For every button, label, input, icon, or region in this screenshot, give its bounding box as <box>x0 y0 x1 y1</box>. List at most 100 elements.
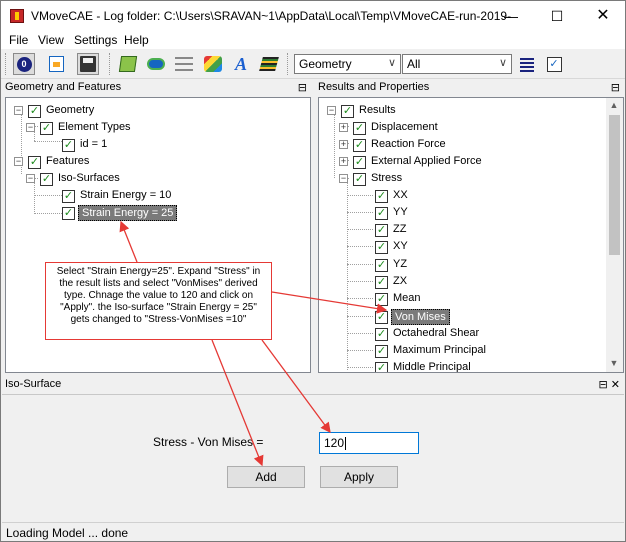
iso-value-input[interactable]: 120 <box>319 432 419 454</box>
collapse-icon[interactable]: − <box>327 106 336 115</box>
minimize-button[interactable]: — <box>488 1 534 31</box>
close-button[interactable]: ✕ <box>580 1 626 31</box>
checkbox-checked-icon[interactable]: ✓ <box>353 122 366 135</box>
panel-dock-icon[interactable]: ⊟ <box>611 81 620 94</box>
checkbox-checked-icon[interactable]: ✓ <box>375 224 388 237</box>
status-bar: Loading Model ... done <box>2 522 624 541</box>
check-button[interactable]: ✓ <box>543 53 565 75</box>
left-panel-header: Geometry and Features ⊟ <box>2 80 311 96</box>
right-panel-header: Results and Properties ⊟ <box>315 80 624 96</box>
layers-icon <box>259 57 279 71</box>
tree-item-label: External Applied Force <box>371 155 482 167</box>
results-scrollbar[interactable]: ▲ ▼ <box>606 98 623 372</box>
tree-item-label: Stress <box>371 172 403 184</box>
toolbar-grip[interactable] <box>109 53 112 75</box>
chevron-down-icon: ∨ <box>387 57 396 69</box>
checkbox-checked-icon[interactable]: ✓ <box>375 345 388 358</box>
open-file-button[interactable] <box>45 53 67 75</box>
menu-help[interactable]: Help <box>124 33 149 47</box>
checkbox-checked-icon[interactable]: ✓ <box>353 173 366 186</box>
category-select[interactable]: Geometry ∨ <box>294 54 401 74</box>
scroll-up-icon[interactable]: ▲ <box>606 100 622 110</box>
menu-settings[interactable]: Settings <box>74 33 117 47</box>
text-caret <box>345 437 347 451</box>
checkbox-checked-icon[interactable]: ✓ <box>62 190 75 203</box>
chevron-down-icon: ∨ <box>498 57 507 69</box>
checkbox-checked-icon[interactable]: ✓ <box>375 362 388 372</box>
instruction-callout: Select "Strain Energy=25". Expand "Stres… <box>45 262 272 340</box>
expand-icon[interactable]: + <box>339 123 348 132</box>
collapse-icon[interactable]: − <box>339 174 348 183</box>
results-tree: − ✓ Results + ✓ Displacement + ✓ Reactio… <box>318 97 624 373</box>
checkbox-checked-icon[interactable]: ✓ <box>28 156 41 169</box>
checkbox-checked-icon[interactable]: ✓ <box>375 190 388 203</box>
info-icon: 0 <box>16 56 32 72</box>
maximize-button[interactable]: ☐ <box>534 1 580 31</box>
panel-dock-close-icon[interactable]: ⊟ ✕ <box>599 378 621 391</box>
tree-item-label: Displacement <box>371 121 438 133</box>
layers-button[interactable] <box>258 53 280 75</box>
filter-select[interactable]: All ∨ <box>402 54 512 74</box>
checkbox-icon: ✓ <box>546 56 562 72</box>
checkbox-checked-icon[interactable]: ✓ <box>375 207 388 220</box>
info-button[interactable]: 0 <box>13 53 35 75</box>
text-button[interactable]: A <box>230 53 252 75</box>
scroll-down-icon[interactable]: ▼ <box>606 358 622 368</box>
checkbox-checked-icon[interactable]: ✓ <box>62 207 75 220</box>
tree-item-label: Features <box>46 155 90 167</box>
menu-view[interactable]: View <box>38 33 64 47</box>
checkbox-checked-icon[interactable]: ✓ <box>353 156 366 169</box>
iso-value-text: 120 <box>324 436 345 450</box>
checkbox-checked-icon[interactable]: ✓ <box>375 276 388 289</box>
cylinder-view-button[interactable] <box>145 53 167 75</box>
filter-select-value: All <box>407 57 421 71</box>
tree-item-label: Mean <box>393 292 421 304</box>
collapse-icon[interactable]: − <box>26 123 35 132</box>
tree-item-label-selected: Von Mises <box>391 309 450 325</box>
apply-button[interactable]: Apply <box>320 466 398 488</box>
menu-file[interactable]: File <box>9 33 28 47</box>
collapse-icon[interactable]: − <box>26 174 35 183</box>
iso-value-label: Stress - Von Mises = <box>153 435 264 449</box>
panel-dock-icon[interactable]: ⊟ <box>298 81 307 94</box>
tree-item-label: ZX <box>393 275 408 287</box>
collapse-icon[interactable]: − <box>14 157 23 166</box>
cylinder-icon <box>147 58 165 70</box>
checkbox-checked-icon[interactable]: ✓ <box>341 105 354 118</box>
checkbox-checked-icon[interactable]: ✓ <box>375 293 388 306</box>
checkbox-checked-icon[interactable]: ✓ <box>375 311 388 324</box>
checkbox-checked-icon[interactable]: ✓ <box>375 328 388 341</box>
checkbox-checked-icon[interactable]: ✓ <box>375 259 388 272</box>
right-panel-title: Results and Properties <box>318 81 430 93</box>
multicolor-button[interactable] <box>202 53 224 75</box>
tree-item-label: XY <box>393 240 408 252</box>
tree-item-label: id = 1 <box>80 138 108 150</box>
collapse-icon[interactable]: − <box>14 106 23 115</box>
toolbar-grip[interactable] <box>287 53 290 75</box>
status-text: Loading Model ... done <box>6 526 129 540</box>
tree-item-label: Octahedral Shear <box>393 327 480 339</box>
list-button[interactable] <box>516 53 538 75</box>
add-button[interactable]: Add <box>227 466 305 488</box>
tree-item-label: Strain Energy = 10 <box>80 189 172 201</box>
scrollbar-thumb[interactable] <box>609 115 620 255</box>
iso-surface-panel: Stress - Von Mises = 120 Add Apply <box>2 394 624 521</box>
checkbox-checked-icon[interactable]: ✓ <box>353 139 366 152</box>
wave-button[interactable] <box>173 53 195 75</box>
checkbox-checked-icon[interactable]: ✓ <box>28 105 41 118</box>
checkbox-checked-icon[interactable]: ✓ <box>40 173 53 186</box>
expand-icon[interactable]: + <box>339 157 348 166</box>
tree-item-label: Reaction Force <box>371 138 446 150</box>
title-bar: VMoveCAE - Log folder: C:\Users\SRAVAN~1… <box>1 1 625 31</box>
toolbar-grip[interactable] <box>5 53 8 75</box>
geometry-view-button[interactable] <box>117 53 139 75</box>
checkbox-checked-icon[interactable]: ✓ <box>62 139 75 152</box>
tree-item-label: Iso-Surfaces <box>58 172 120 184</box>
checkbox-checked-icon[interactable]: ✓ <box>40 122 53 135</box>
expand-icon[interactable]: + <box>339 140 348 149</box>
tree-item-label: Geometry <box>46 104 95 116</box>
save-icon <box>80 56 96 72</box>
app-logo-icon <box>10 9 24 23</box>
save-button[interactable] <box>77 53 99 75</box>
checkbox-checked-icon[interactable]: ✓ <box>375 241 388 254</box>
